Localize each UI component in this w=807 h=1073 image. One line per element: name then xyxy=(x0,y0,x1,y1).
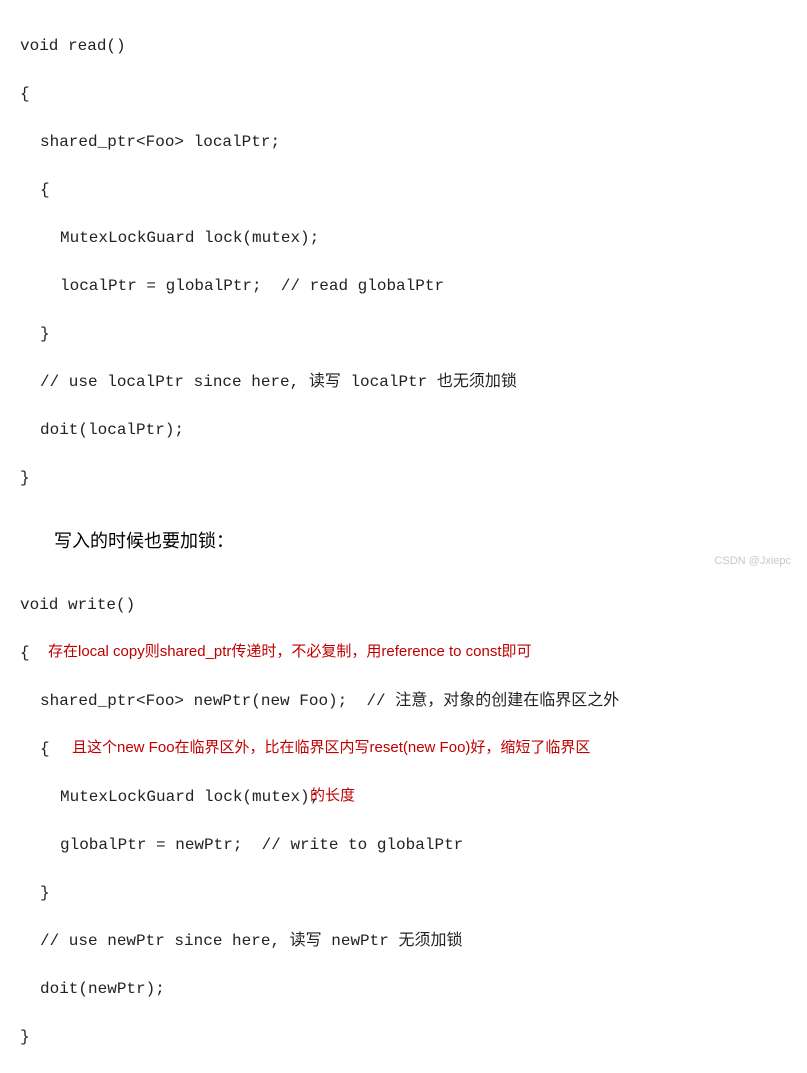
code-line: globalPtr = newPtr; // write to globalPt… xyxy=(20,833,787,857)
code-line: void write() xyxy=(20,593,787,617)
code-line: { 且这个new Foo在临界区外，比在临界区内写reset(new Foo)好，… xyxy=(20,737,787,761)
code-line: void read() xyxy=(20,34,787,58)
code-line: shared_ptr<Foo> newPtr(new Foo); // 注意，对… xyxy=(20,689,787,713)
code-line: { 存在local copy则shared_ptr传递时，不必复制，用refere… xyxy=(20,641,787,665)
code-text: MutexLockGuard lock(mutex); xyxy=(60,788,319,806)
code-line: // use localPtr since here, 读写 localPtr … xyxy=(20,370,787,394)
code-line: // use newPtr since here, 读写 newPtr 无须加锁 xyxy=(20,929,787,953)
code-line: { xyxy=(20,178,787,202)
code-line: shared_ptr<Foo> localPtr; xyxy=(20,130,787,154)
code-block-read: void read() { shared_ptr<Foo> localPtr; … xyxy=(20,10,787,514)
code-line: MutexLockGuard lock(mutex); xyxy=(20,226,787,250)
code-line: MutexLockGuard lock(mutex);的长度 xyxy=(20,785,787,809)
code-line: } xyxy=(20,881,787,905)
code-line: } xyxy=(20,466,787,490)
annotation-text: 且这个new Foo在临界区外，比在临界区内写reset(new Foo)好，缩… xyxy=(72,737,590,760)
annotation-text: 的长度 xyxy=(310,785,355,808)
code-line: } xyxy=(20,322,787,346)
code-block-write: void write() { 存在local copy则shared_ptr传递时… xyxy=(20,569,787,1073)
annotation-text: 存在local copy则shared_ptr传递时，不必复制，用referen… xyxy=(48,641,531,664)
code-line: } xyxy=(20,1025,787,1049)
code-line: { xyxy=(20,82,787,106)
code-line: doit(newPtr); xyxy=(20,977,787,1001)
code-line: localPtr = globalPtr; // read globalPtr xyxy=(20,274,787,298)
prose-text: 写入的时候也要加锁： xyxy=(54,528,787,555)
code-line: doit(localPtr); xyxy=(20,418,787,442)
watermark-text: CSDN @Jxiepc xyxy=(714,553,791,570)
brace-open: { xyxy=(40,740,50,758)
brace-open: { xyxy=(20,644,30,662)
